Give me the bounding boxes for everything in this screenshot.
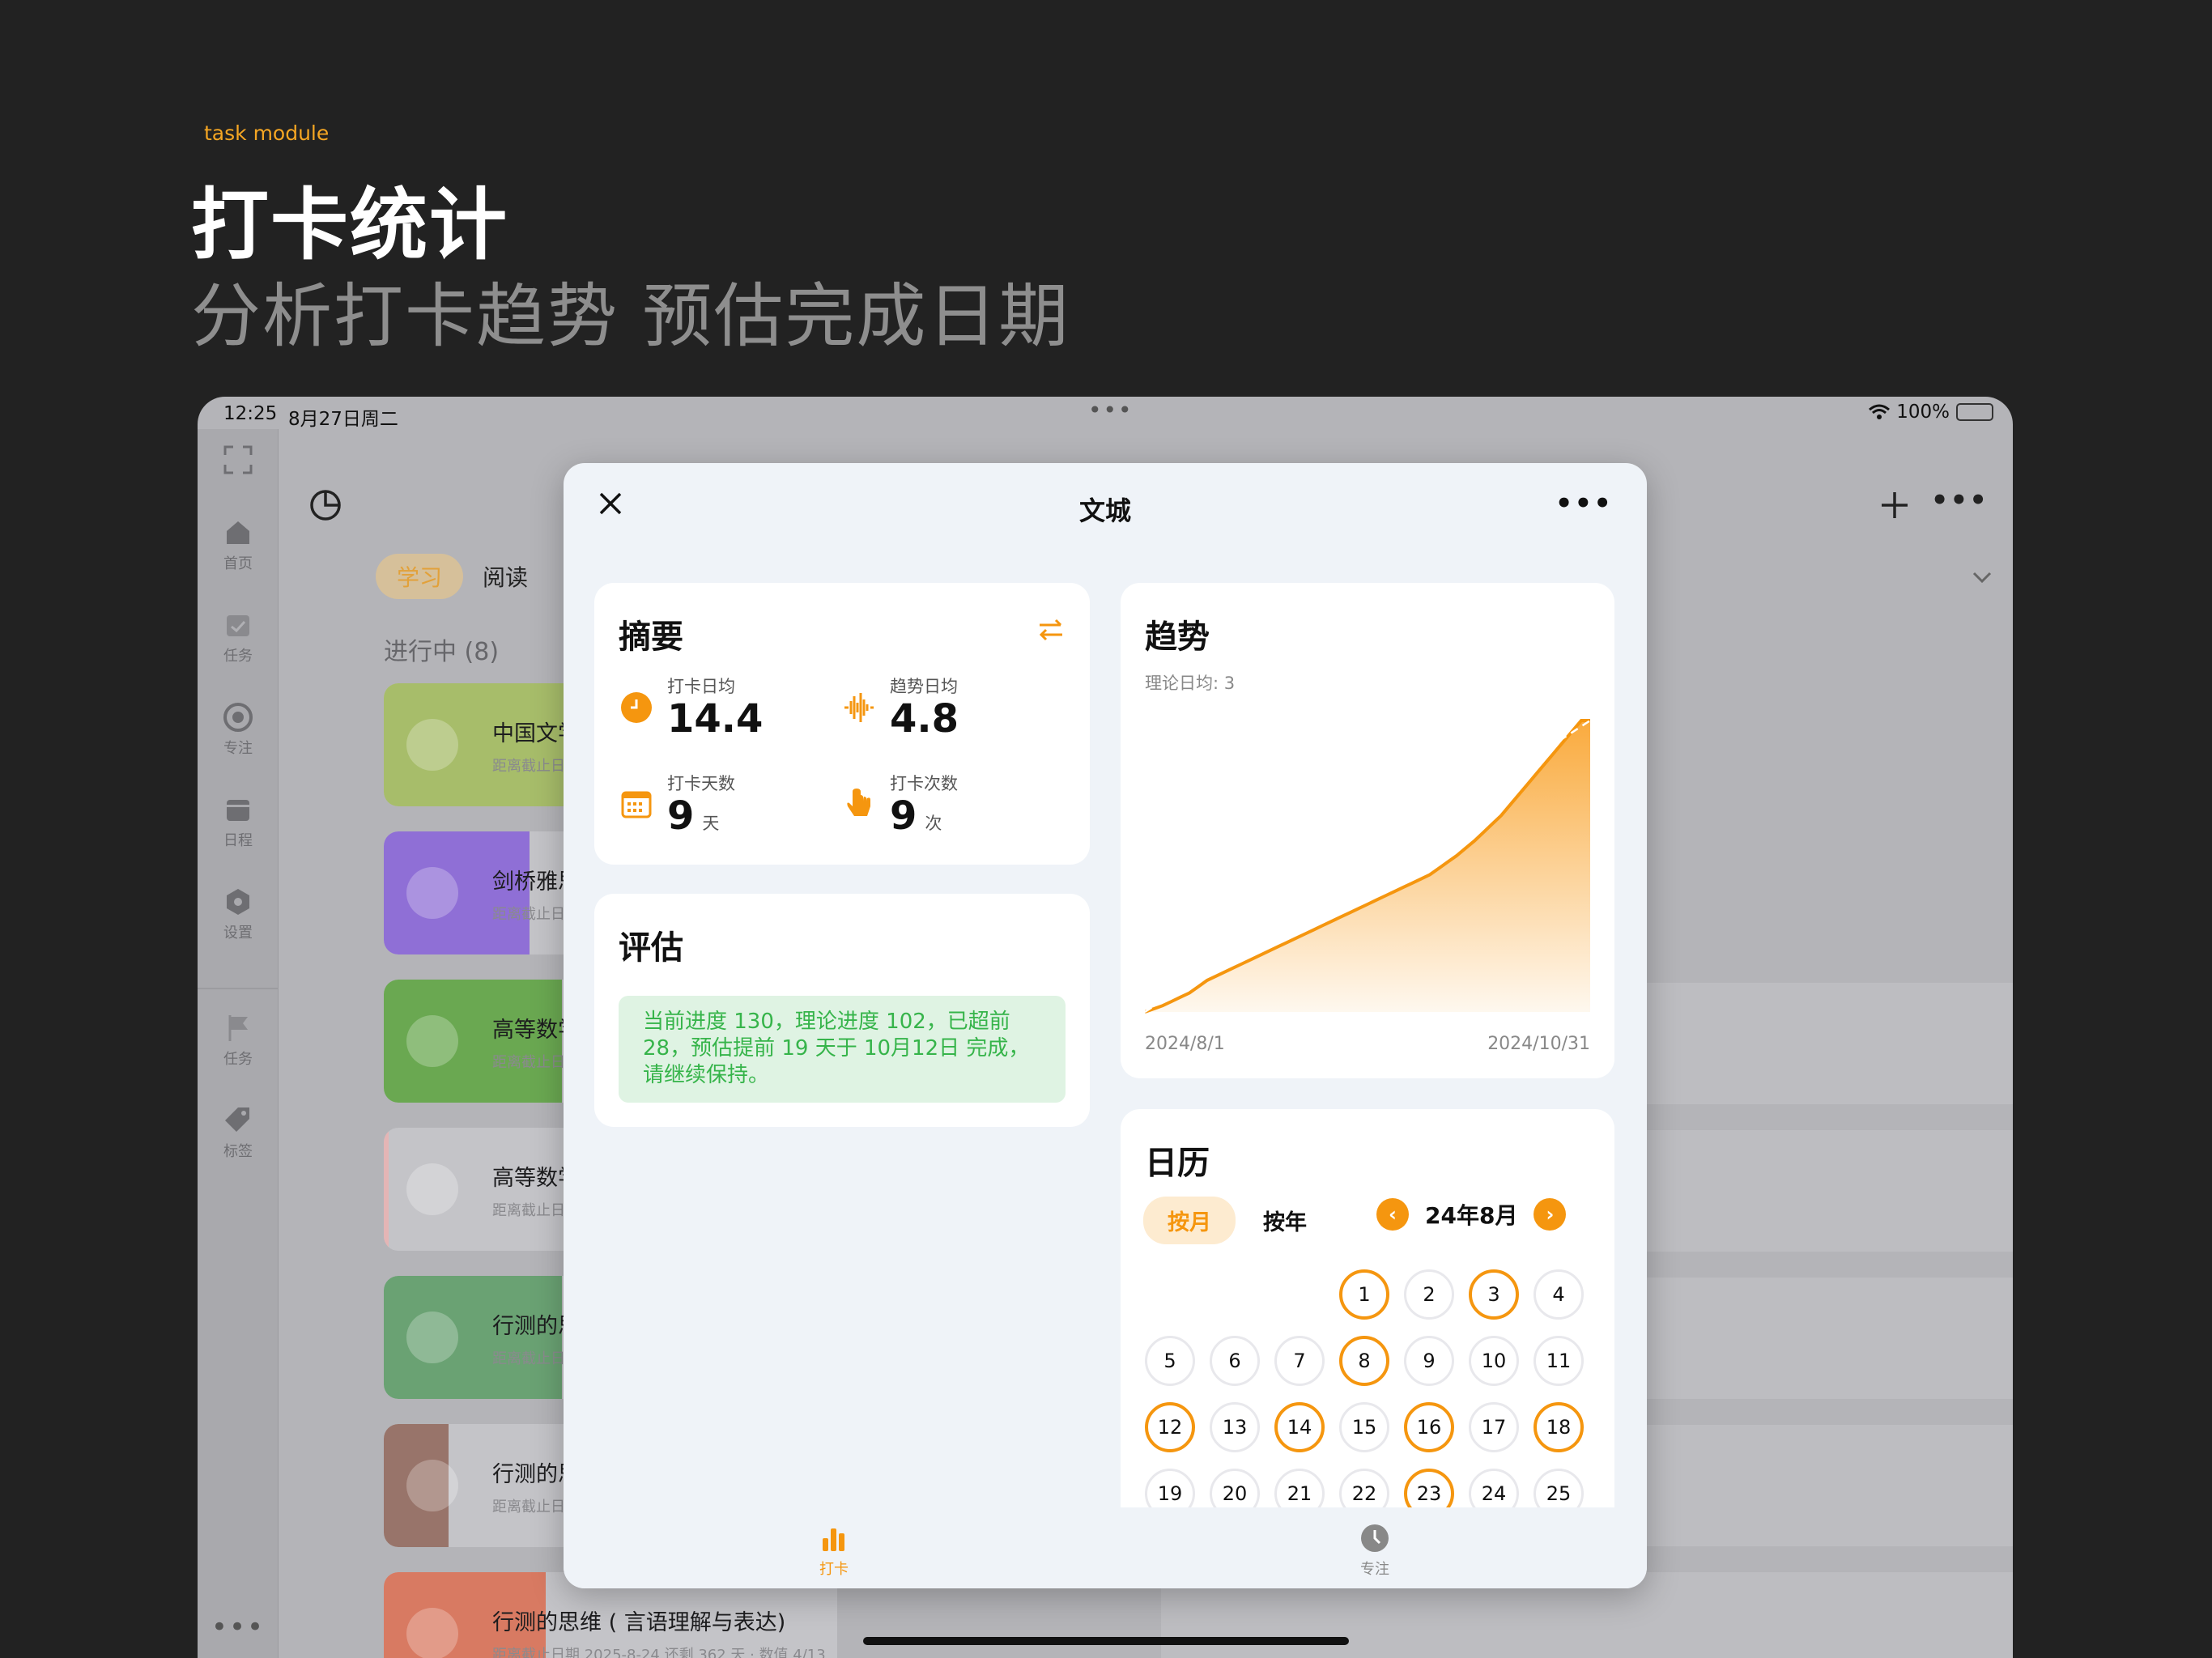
calendar-day[interactable]: 14: [1274, 1402, 1325, 1452]
clock-icon: [1361, 1524, 1389, 1552]
bar-chart-icon: [823, 1528, 844, 1551]
metric-value: 9天: [667, 793, 719, 839]
stats-modal: 文城 ••• 摘要 打卡日均 14.4 趋势日均 4.8 打卡天数 9天 打卡次…: [564, 463, 1647, 1588]
calendar-day[interactable]: 1: [1339, 1269, 1389, 1320]
metric-value: 4.8: [890, 696, 959, 742]
calendar-nav: ‹ 24年8月 ›: [1376, 1198, 1567, 1231]
tab-label: 打卡: [819, 1561, 849, 1578]
hero-subtitle: 分析打卡趋势 预估完成日期: [191, 276, 1070, 357]
calendar-grid: 1 2 3 4 5 6 7 8 9 10 11 12 13 14 15 16 17 18 19 20 21 22 23 24 2…: [1145, 1269, 1584, 1519]
evaluation-card: 评估 当前进度 130，理论进度 102，已超前 28，预估提前 19 天于 1…: [594, 894, 1090, 1127]
modal-more-icon[interactable]: •••: [1555, 487, 1613, 520]
trend-subtitle: 理论日均: 3: [1145, 674, 1236, 693]
modal-header: 文城 •••: [564, 463, 1647, 552]
calendar-day[interactable]: 16: [1404, 1402, 1454, 1452]
summary-title: 摘要: [619, 619, 683, 656]
calendar-day[interactable]: 18: [1534, 1402, 1584, 1452]
calendar-day[interactable]: 3: [1469, 1269, 1519, 1320]
next-month-icon[interactable]: ›: [1534, 1198, 1567, 1231]
calendar-grid-icon: [621, 791, 652, 818]
clock-icon: [621, 692, 652, 723]
calendar-day[interactable]: 17: [1469, 1402, 1519, 1452]
metric-unit: 次: [925, 814, 942, 833]
trend-x-start: 2024/8/1: [1145, 1034, 1225, 1054]
calendar-day[interactable]: 7: [1274, 1336, 1325, 1386]
calendar-day[interactable]: 4: [1534, 1269, 1584, 1320]
calendar-blank: [1210, 1269, 1260, 1320]
trend-card: 趋势 理论日均: 3 2024/8/1 2024/10/31: [1121, 583, 1614, 1078]
calendar-day[interactable]: 6: [1210, 1336, 1260, 1386]
calendar-day[interactable]: 8: [1339, 1336, 1389, 1386]
trend-chart: [1145, 719, 1590, 1014]
metric-value: 14.4: [667, 696, 764, 742]
calendar-day[interactable]: 13: [1210, 1402, 1260, 1452]
calendar-day[interactable]: 12: [1145, 1402, 1195, 1452]
trend-x-end: 2024/10/31: [1487, 1034, 1590, 1054]
calendar-day[interactable]: 2: [1404, 1269, 1454, 1320]
calendar-tabs: 按月 按年: [1143, 1197, 1315, 1244]
hero-tag: task module: [204, 121, 330, 145]
tab-checkin[interactable]: 打卡: [785, 1522, 883, 1579]
metric-label: 打卡日均: [667, 677, 735, 696]
calendar-blank: [1274, 1269, 1325, 1320]
metric-unit: 天: [702, 814, 720, 833]
metric-number: 9: [890, 793, 917, 839]
calendar-title: 日历: [1145, 1145, 1210, 1182]
swap-arrows-icon[interactable]: [1036, 615, 1066, 644]
calendar-day[interactable]: 5: [1145, 1336, 1195, 1386]
calendar-day[interactable]: 11: [1534, 1336, 1584, 1386]
trend-title: 趋势: [1145, 619, 1210, 656]
calendar-day[interactable]: 9: [1404, 1336, 1454, 1386]
tab-focus[interactable]: 专注: [1326, 1522, 1423, 1579]
metric-number: 9: [667, 793, 695, 839]
summary-card: 摘要 打卡日均 14.4 趋势日均 4.8 打卡天数 9天 打卡次数 9次: [594, 583, 1090, 865]
waveform-icon: [844, 693, 874, 722]
modal-title: 文城: [1078, 495, 1131, 526]
hero-title: 打卡统计: [191, 180, 508, 270]
evaluation-title: 评估: [619, 929, 683, 967]
metric-value: 9次: [890, 793, 942, 839]
tab-by-month[interactable]: 按月: [1143, 1197, 1236, 1244]
modal-bottom-tabs: 打卡 专注: [564, 1507, 1647, 1588]
calendar-blank: [1145, 1269, 1195, 1320]
prev-month-icon[interactable]: ‹: [1376, 1198, 1409, 1231]
calendar-period: 24年8月: [1425, 1202, 1518, 1229]
calendar-day[interactable]: 10: [1469, 1336, 1519, 1386]
calendar-day[interactable]: 15: [1339, 1402, 1389, 1452]
home-indicator[interactable]: [863, 1637, 1349, 1645]
metric-label: 趋势日均: [890, 677, 958, 696]
metric-label: 打卡次数: [890, 774, 958, 793]
tab-by-year[interactable]: 按年: [1255, 1197, 1315, 1244]
tab-label: 专注: [1360, 1561, 1389, 1578]
metric-label: 打卡天数: [667, 774, 735, 793]
tap-hand-icon: [847, 789, 870, 816]
evaluation-text: 当前进度 130，理论进度 102，已超前 28，预估提前 19 天于 10月1…: [619, 996, 1066, 1103]
